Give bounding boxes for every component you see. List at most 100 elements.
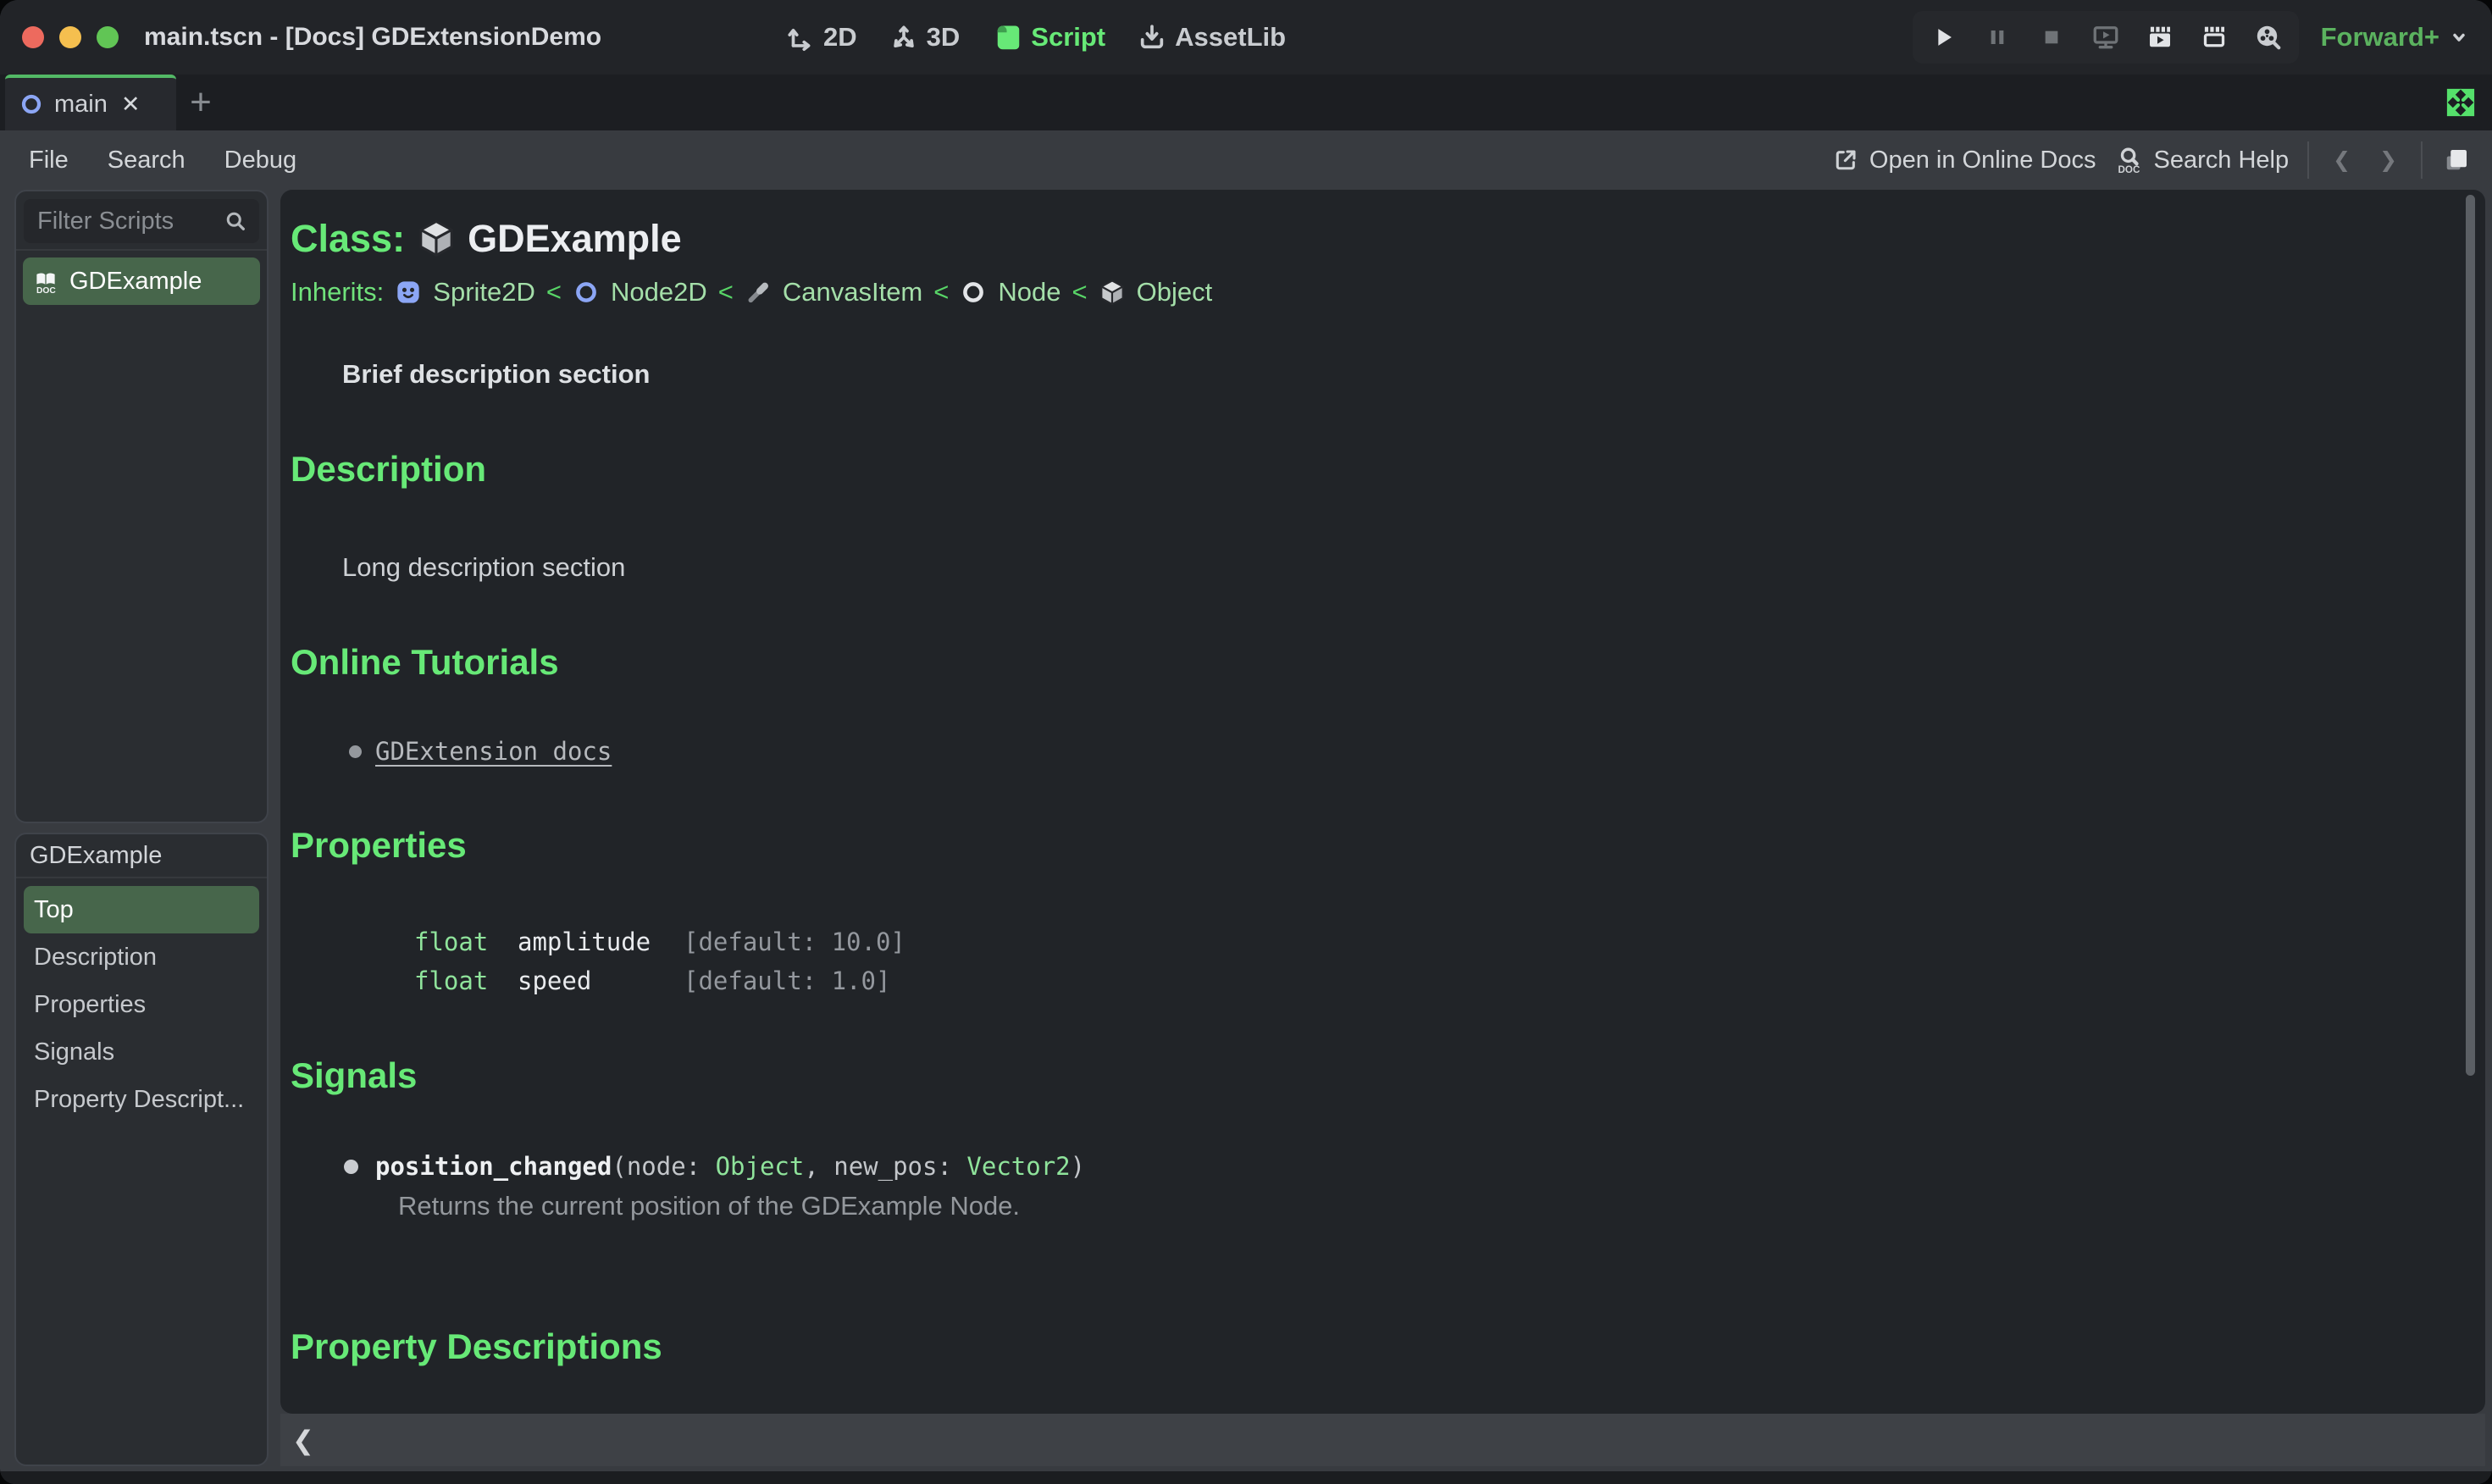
class-label: Class: bbox=[291, 216, 406, 260]
canvasitem-brush-icon bbox=[748, 282, 768, 303]
mode-script-button[interactable]: Script bbox=[992, 22, 1105, 53]
remote-play-button[interactable] bbox=[2089, 20, 2123, 54]
signal-arg-type-link[interactable]: Vector2 bbox=[966, 1152, 1070, 1181]
mode-2d-button[interactable]: 2D bbox=[786, 22, 857, 53]
node2d-icon bbox=[19, 91, 44, 117]
3d-axes-icon bbox=[893, 25, 914, 48]
play-scene-button[interactable] bbox=[2143, 20, 2177, 54]
tab-main-label: main bbox=[54, 90, 108, 118]
mode-assetlib-label: AssetLib bbox=[1175, 22, 1287, 52]
scripts-panel-toggle-button[interactable] bbox=[2441, 145, 2472, 175]
close-icon[interactable]: ✕ bbox=[121, 92, 141, 116]
inherits-separator: < bbox=[933, 277, 950, 307]
pause-icon bbox=[1991, 30, 2003, 44]
mode-2d-label: 2D bbox=[823, 22, 857, 52]
open-online-docs-button[interactable]: Open in Online Docs bbox=[1832, 147, 2096, 174]
description-text: Long description section bbox=[342, 552, 626, 582]
chevron-down-icon bbox=[2453, 33, 2465, 42]
doc-column: Class: GDExample Inherits: Sprite2D < No… bbox=[280, 190, 2485, 1466]
signal-signature: position_changed(node: Object, new_pos: … bbox=[375, 1152, 1085, 1181]
close-window-button[interactable] bbox=[22, 26, 44, 48]
property-default: [default: 10.0] bbox=[684, 928, 905, 956]
signal-punctuation: , new_pos: bbox=[804, 1152, 967, 1181]
left-sidebar: DOC GDExample GDExample Top Description … bbox=[14, 190, 269, 1466]
property-descriptions-heading: Property Descriptions bbox=[291, 1326, 662, 1366]
tutorial-item: GDExtension docs bbox=[349, 737, 2434, 766]
property-type-link[interactable]: float bbox=[414, 966, 518, 996]
godot-editor-window: main.tscn - [Docs] GDExtensionDemo 2D 3D… bbox=[0, 0, 2492, 1484]
menu-file[interactable]: File bbox=[29, 147, 69, 174]
scrollbar-thumb[interactable] bbox=[2466, 195, 2475, 1076]
inherits-link-canvasitem[interactable]: CanvasItem bbox=[783, 277, 922, 307]
tutorial-link[interactable]: GDExtension docs bbox=[375, 737, 612, 766]
member-list: Top Description Properties Signals Prope… bbox=[16, 878, 267, 1131]
script-editor-menubar: File Search Debug Open in Online Docs DO… bbox=[0, 130, 2492, 190]
scripts-panel: DOC GDExample bbox=[14, 190, 269, 823]
window-title: main.tscn - [Docs] GDExtensionDemo bbox=[144, 23, 602, 51]
script-item-gdexample[interactable]: DOC GDExample bbox=[23, 257, 260, 305]
renderer-dropdown[interactable]: Forward+ bbox=[2321, 22, 2472, 53]
object-cube-icon bbox=[1099, 280, 1124, 306]
member-item-properties[interactable]: Properties bbox=[24, 981, 259, 1028]
object-cube-icon bbox=[419, 219, 453, 257]
bullet-icon bbox=[349, 745, 362, 758]
members-panel-header: GDExample bbox=[16, 834, 267, 878]
tab-main[interactable]: main ✕ bbox=[5, 75, 176, 130]
node2d-icon bbox=[573, 279, 600, 306]
signal-arg-type-link[interactable]: Object bbox=[716, 1152, 805, 1181]
member-item-signals[interactable]: Signals bbox=[24, 1028, 259, 1076]
mode-3d-button[interactable]: 3D bbox=[889, 22, 960, 53]
scene-tabstrip: main ✕ + bbox=[0, 75, 2492, 130]
doc-statusbar: ❮ bbox=[280, 1414, 2485, 1466]
inherits-separator: < bbox=[545, 277, 562, 307]
minimize-window-button[interactable] bbox=[59, 26, 81, 48]
pause-button[interactable] bbox=[1980, 20, 2014, 54]
signal-punctuation: (node: bbox=[612, 1152, 716, 1181]
editor-mode-switcher: 2D 3D Script AssetLib bbox=[786, 0, 1286, 75]
property-name[interactable]: speed bbox=[518, 966, 684, 996]
movie-reel-icon bbox=[2257, 25, 2280, 50]
menu-debug[interactable]: Debug bbox=[224, 147, 296, 174]
stop-button[interactable] bbox=[2035, 20, 2068, 54]
brief-description: Brief description section bbox=[342, 359, 651, 389]
tutorials-heading: Online Tutorials bbox=[291, 642, 559, 682]
play-custom-scene-button[interactable] bbox=[2197, 20, 2231, 54]
description-heading: Description bbox=[291, 449, 487, 489]
history-back-button[interactable]: ❮ bbox=[2328, 147, 2356, 173]
menu-search[interactable]: Search bbox=[108, 147, 186, 174]
mode-script-label: Script bbox=[1031, 22, 1106, 52]
property-name[interactable]: amplitude bbox=[518, 927, 684, 957]
member-item-top[interactable]: Top bbox=[24, 886, 259, 933]
class-heading-row: Class: GDExample bbox=[291, 213, 2434, 263]
inherits-link-object[interactable]: Object bbox=[1137, 277, 1213, 307]
search-help-button[interactable]: DOC Search Help bbox=[2115, 146, 2289, 175]
property-type-link[interactable]: float bbox=[414, 927, 518, 957]
properties-table: float amplitude [default: 10.0] float sp… bbox=[414, 927, 2434, 996]
sprite2d-icon bbox=[397, 281, 419, 303]
movie-maker-button[interactable] bbox=[2251, 20, 2285, 54]
filter-row bbox=[16, 191, 267, 251]
inherits-separator: < bbox=[1072, 277, 1088, 307]
inherits-link-sprite2d[interactable]: Sprite2D bbox=[433, 277, 535, 307]
members-panel: GDExample Top Description Properties Sig… bbox=[14, 833, 269, 1466]
mode-assetlib-button[interactable]: AssetLib bbox=[1138, 22, 1286, 53]
2d-axes-icon bbox=[788, 28, 811, 52]
signal-punctuation: ) bbox=[1070, 1152, 1086, 1181]
inherits-link-node[interactable]: Node bbox=[998, 277, 1060, 307]
history-forward-button[interactable]: ❯ bbox=[2374, 147, 2402, 173]
inherits-link-node2d[interactable]: Node2D bbox=[611, 277, 707, 307]
member-item-description[interactable]: Description bbox=[24, 933, 259, 981]
filter-scripts-field[interactable] bbox=[24, 199, 259, 243]
member-item-property-descriptions[interactable]: Property Descript... bbox=[24, 1076, 259, 1123]
play-icon bbox=[1937, 29, 1952, 46]
play-button[interactable] bbox=[1926, 20, 1960, 54]
signal-name: position_changed bbox=[375, 1152, 612, 1181]
node-icon bbox=[960, 279, 987, 306]
filter-scripts-input[interactable] bbox=[36, 206, 224, 236]
expand-button[interactable] bbox=[2443, 75, 2492, 130]
add-tab-button[interactable]: + bbox=[176, 75, 225, 130]
maximize-window-button[interactable] bbox=[97, 26, 119, 48]
svg-text:DOC: DOC bbox=[2118, 164, 2140, 174]
inherits-row: Inherits: Sprite2D < Node2D < CanvasItem… bbox=[291, 274, 2434, 310]
collapse-sidebar-button[interactable]: ❮ bbox=[292, 1427, 314, 1454]
